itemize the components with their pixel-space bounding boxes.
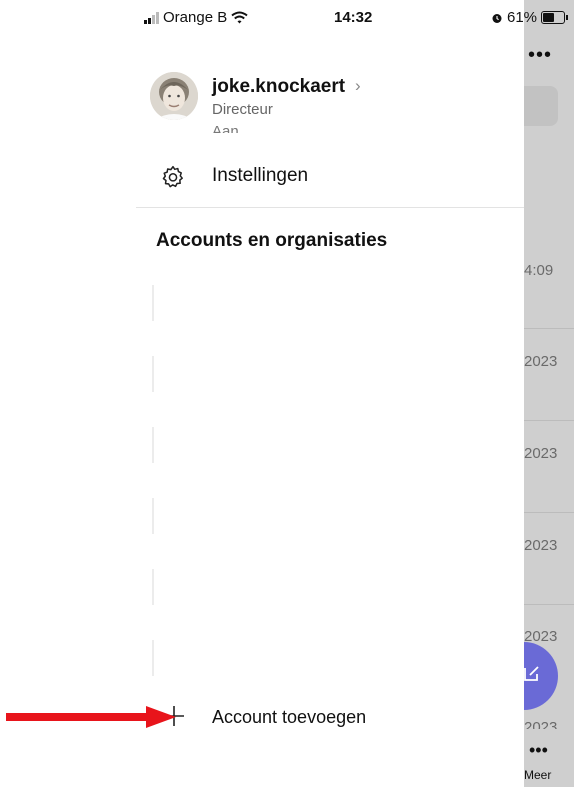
avatar[interactable]: [150, 72, 198, 120]
alarm-icon: [492, 13, 502, 23]
wifi-icon: [231, 11, 248, 24]
settings-label: Instellingen: [212, 165, 309, 186]
battery-icon: [541, 11, 569, 24]
background-row-divider: [524, 420, 574, 421]
background-row-date: 2023: [524, 719, 558, 729]
battery-percentage: 61%: [507, 9, 538, 26]
background-row-date: 4:09: [524, 262, 554, 279]
settings-menu-item[interactable]: Instellingen: [136, 150, 524, 206]
profile-username[interactable]: joke.knockaert: [212, 76, 345, 98]
add-account-label: Account toevoegen: [212, 707, 367, 727]
background-search-bar[interactable]: [524, 86, 558, 126]
account-item[interactable]: [152, 427, 154, 463]
accounts-section-title: Accounts en organisaties: [156, 230, 388, 251]
account-drawer: joke.knockaert › Directeur Aan Instellin…: [136, 0, 524, 787]
avatar-photo: [150, 72, 198, 120]
account-item[interactable]: [152, 356, 154, 392]
more-tab-label[interactable]: Meer: [524, 768, 551, 782]
background-row-date: 2023: [524, 353, 558, 370]
background-row-divider: [524, 512, 574, 513]
profile-role: Directeur: [212, 101, 273, 118]
signal-icon: [144, 11, 159, 24]
account-item[interactable]: [152, 285, 154, 321]
chevron-right-icon[interactable]: ›: [355, 76, 361, 96]
divider: [136, 207, 524, 208]
status-bar: Orange B 14:32 61%: [136, 0, 574, 34]
phone-screen: ••• 4:09 2023 2023 2023 2023 2023 ••• Me…: [136, 0, 574, 787]
battery-fill: [543, 13, 555, 22]
more-tab-icon[interactable]: •••: [529, 740, 548, 761]
more-icon[interactable]: •••: [528, 44, 552, 67]
add-account-button[interactable]: Account toevoegen: [136, 698, 524, 742]
account-item[interactable]: [152, 569, 154, 605]
annotation-arrow-icon: [6, 706, 176, 728]
profile-status-text: Aan: [212, 123, 239, 133]
background-row-divider: [524, 328, 574, 329]
gear-icon: [162, 165, 183, 188]
status-time: 14:32: [334, 9, 373, 26]
background-row-divider: [524, 604, 574, 605]
background-row-date: 2023: [524, 445, 558, 462]
background-row-date: 2023: [524, 537, 558, 554]
carrier-name: Orange B: [163, 9, 228, 26]
account-item[interactable]: [152, 640, 154, 676]
compose-icon: [524, 666, 539, 681]
account-item[interactable]: [152, 498, 154, 534]
